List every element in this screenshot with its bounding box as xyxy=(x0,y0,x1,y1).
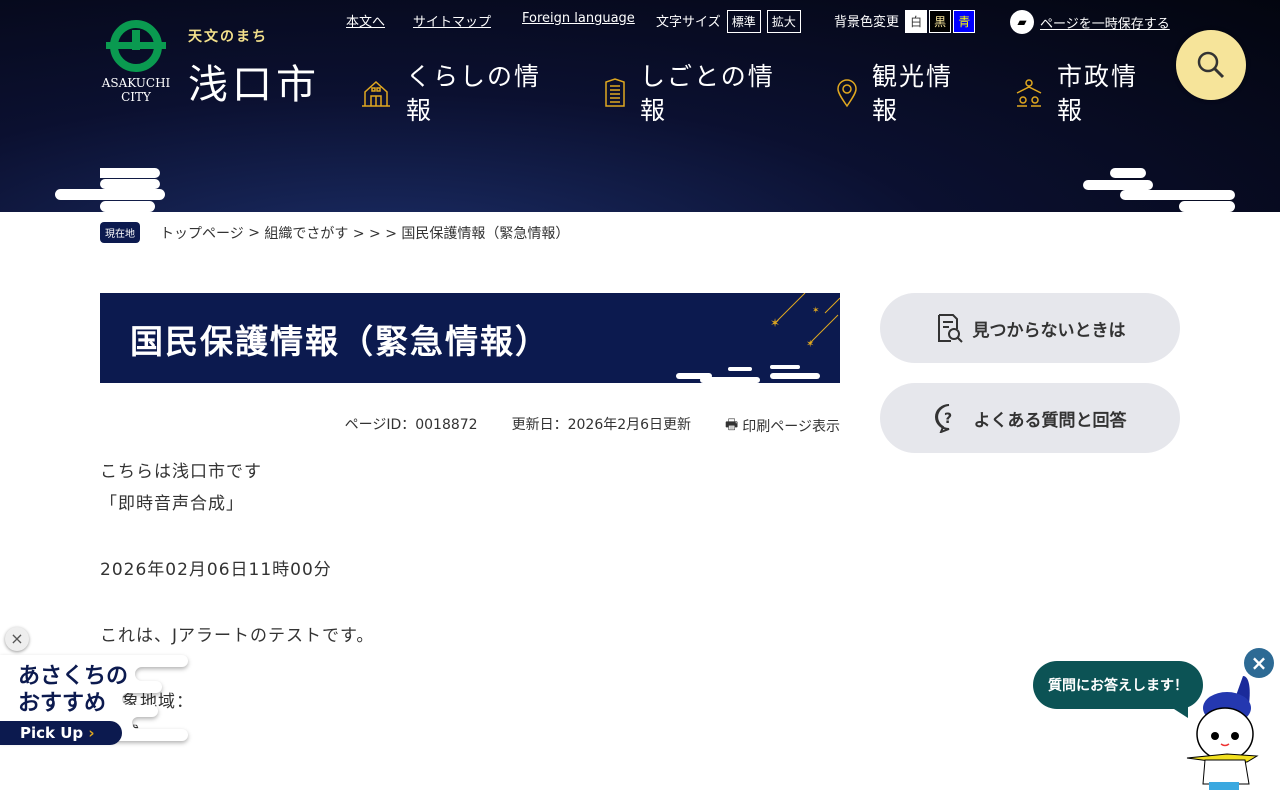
nav-city-admin[interactable]: 市政情報 xyxy=(1015,60,1145,128)
cloud-decoration xyxy=(1179,201,1235,212)
print-link[interactable]: 🖶 印刷ページ表示 xyxy=(725,414,840,438)
nav-label: 観光情報 xyxy=(872,62,954,125)
current-location-badge: 現在地 xyxy=(100,222,140,243)
nav-living[interactable]: くらしの情報 xyxy=(360,60,550,128)
shooting-stars-decoration: ✶ ✶ ✶ xyxy=(676,293,840,383)
save-page-button[interactable]: ▰ ページを一時保存する xyxy=(1010,10,1170,34)
body-line: こちらは浅口市です xyxy=(100,462,262,482)
bg-black-button[interactable]: 黒 xyxy=(929,10,952,33)
page-meta: ページID：0018872 更新日：2026年2月6日更新 🖶 印刷ページ表示 xyxy=(345,414,840,438)
font-size-label: 文字サイズ xyxy=(656,15,721,30)
body-line: 「即時音声合成」 xyxy=(100,494,244,514)
nav-work[interactable]: しごとの情報 xyxy=(604,60,794,128)
page-title-banner: 国民保護情報（緊急情報） ✶ ✶ ✶ xyxy=(100,293,840,383)
breadcrumb-current: > > > 国民保護情報（緊急情報） xyxy=(352,225,570,242)
cloud-decoration xyxy=(100,168,160,178)
logo-tagline: 天文のまち xyxy=(188,29,268,45)
cloud-decoration xyxy=(1083,180,1153,190)
nav-tourism[interactable]: 観光情報 xyxy=(836,60,966,128)
svg-text:✶: ✶ xyxy=(806,339,814,350)
site-logo[interactable]: ASAKUCHI CITY 天文のまち 浅口市 xyxy=(100,20,325,110)
not-found-label: 見つからないときは xyxy=(972,320,1126,341)
page-id: ページID：0018872 xyxy=(344,417,478,433)
font-standard-button[interactable]: 標準 xyxy=(726,10,761,33)
nav-label: 市政情報 xyxy=(1057,62,1139,125)
pickup-button[interactable]: Pick Up › xyxy=(0,721,122,745)
search-icon xyxy=(1197,51,1225,79)
updated-date: 更新日：2026年2月6日更新 xyxy=(511,417,692,433)
mascot-character-icon[interactable] xyxy=(1185,672,1270,792)
breadcrumb-top-link[interactable]: トップページ xyxy=(160,223,244,243)
building-icon xyxy=(605,78,625,107)
nav-label: しごとの情報 xyxy=(640,62,775,125)
cloud-decoration xyxy=(1110,168,1146,178)
faq-button[interactable]: ? よくある質問と回答 xyxy=(880,383,1180,453)
house-icon xyxy=(362,80,390,107)
faq-label: よくある質問と回答 xyxy=(973,410,1127,431)
printer-icon: 🖶 xyxy=(725,417,739,433)
cloud-decoration xyxy=(100,179,160,189)
svg-text:✶: ✶ xyxy=(770,316,780,330)
map-pin-icon xyxy=(837,79,857,108)
cloud-decoration xyxy=(55,189,165,200)
body-line: 2026年02月06日11時00分 xyxy=(100,560,332,580)
breadcrumb-sep: > xyxy=(248,224,260,241)
not-found-button[interactable]: 見つからないときは xyxy=(880,293,1180,363)
pickup-title-1: あさくちの xyxy=(18,664,129,689)
cloud-decoration xyxy=(1120,190,1235,200)
pickup-button-label: Pick Up xyxy=(20,724,84,742)
sitemap-link[interactable]: サイトマップ xyxy=(413,15,491,30)
breadcrumb-org-link[interactable]: 組織でさがす xyxy=(264,223,348,243)
svg-text:✶: ✶ xyxy=(812,306,820,316)
print-link-text[interactable]: 印刷ページ表示 xyxy=(742,416,840,436)
city-emblem-icon xyxy=(106,20,166,72)
pickup-close-button[interactable]: × xyxy=(5,627,29,651)
people-icon xyxy=(1016,79,1042,107)
nav-label: くらしの情報 xyxy=(406,62,542,125)
bg-white-button[interactable]: 白 xyxy=(905,10,928,33)
site-header: ASAKUCHI CITY 天文のまち 浅口市 本文へ サイトマップ Forei… xyxy=(0,0,1280,212)
logo-name: 浅口市 xyxy=(188,62,320,108)
svg-text:?: ? xyxy=(944,411,952,427)
document-search-icon xyxy=(937,314,963,343)
search-button[interactable] xyxy=(1176,30,1246,100)
breadcrumb: 現在地 トップページ > 組織でさがす > > > 国民保護情報（緊急情報） xyxy=(100,222,569,243)
cloud-decoration xyxy=(100,201,155,212)
save-page-link[interactable]: ページを一時保存する xyxy=(1040,13,1170,32)
font-large-button[interactable]: 拡大 xyxy=(766,10,801,33)
chevron-right-icon: › xyxy=(88,724,95,742)
folder-icon: ▰ xyxy=(1010,10,1034,34)
page-title: 国民保護情報（緊急情報） xyxy=(130,322,550,361)
question-bubble-icon: ? xyxy=(934,404,952,433)
pickup-title-2: おすすめ xyxy=(18,691,107,716)
skip-to-content-link[interactable]: 本文へ xyxy=(346,15,385,30)
bg-blue-button[interactable]: 青 xyxy=(953,10,976,33)
pickup-banner[interactable]: あさくちの おすすめ Pick Up › xyxy=(0,655,190,755)
foreign-language-link[interactable]: Foreign language xyxy=(522,11,635,26)
body-line: これは、Jアラートのテストです。 xyxy=(100,626,375,646)
bg-color-label: 背景色変更 xyxy=(834,15,900,30)
logo-english: ASAKUCHI CITY xyxy=(101,76,171,104)
